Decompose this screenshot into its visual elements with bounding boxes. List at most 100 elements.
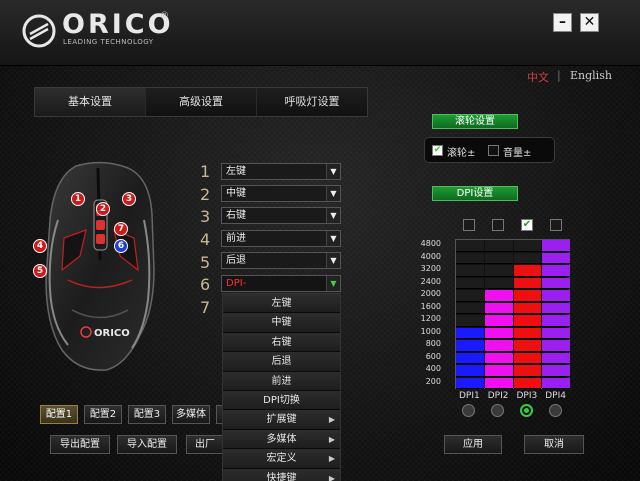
- chevron-down-icon[interactable]: ▼: [326, 253, 340, 268]
- dpi-grid-cell[interactable]: [513, 277, 542, 289]
- dpi-grid-cell[interactable]: [484, 365, 513, 377]
- button-4-dropdown[interactable]: 前进 ▼: [221, 230, 341, 247]
- button-5-dropdown[interactable]: 后退 ▼: [221, 252, 341, 269]
- dpi4-enable-checkbox[interactable]: [550, 219, 562, 231]
- cancel-button[interactable]: 取消: [524, 435, 584, 454]
- menu-item-right-click[interactable]: 右键: [223, 332, 340, 353]
- dpi-grid-cell[interactable]: [484, 377, 513, 389]
- menu-item-shortcut[interactable]: 快捷键 ▶: [223, 468, 340, 481]
- dpi-grid-cell[interactable]: [484, 252, 513, 264]
- dpi-grid-cell[interactable]: [484, 327, 513, 339]
- dpi-grid-cell[interactable]: [456, 352, 484, 364]
- profile-5-button[interactable]: [216, 405, 222, 424]
- menu-item-multimedia[interactable]: 多媒体 ▶: [223, 429, 340, 450]
- dpi-grid-cell[interactable]: [456, 315, 484, 327]
- factory-reset-button[interactable]: 出厂设: [186, 435, 222, 454]
- dpi-grid-cell[interactable]: [513, 315, 542, 327]
- menu-item-left-click[interactable]: 左键: [223, 294, 340, 314]
- button-2-dropdown[interactable]: 中键 ▼: [221, 185, 341, 202]
- dpi-grid-cell[interactable]: [513, 290, 542, 302]
- language-chinese-link[interactable]: 中文: [527, 69, 549, 85]
- dpi-grid-cell[interactable]: [484, 352, 513, 364]
- dpi-grid-cell[interactable]: [513, 302, 542, 314]
- apply-button[interactable]: 应用: [444, 435, 502, 454]
- dpi3-select-radio[interactable]: [520, 404, 533, 417]
- dpi-grid-cell[interactable]: [456, 277, 484, 289]
- dpi-level-grid[interactable]: [455, 239, 570, 389]
- menu-item-dpi-switch[interactable]: DPI切换: [223, 390, 340, 411]
- dpi-grid-cell[interactable]: [456, 240, 484, 252]
- dpi-grid-cell[interactable]: [542, 365, 570, 377]
- language-english-link[interactable]: English: [570, 69, 612, 82]
- profile-1-button[interactable]: 配置1: [40, 405, 78, 424]
- dpi-grid-cell[interactable]: [542, 302, 570, 314]
- chevron-down-icon[interactable]: ▼: [326, 164, 340, 179]
- export-config-button[interactable]: 导出配置: [50, 435, 110, 454]
- wheel-scroll-checkbox[interactable]: ✔: [432, 145, 443, 156]
- menu-item-forward[interactable]: 前进: [223, 371, 340, 391]
- wheel-volume-checkbox[interactable]: [488, 145, 499, 156]
- chevron-down-icon[interactable]: ▼: [326, 231, 340, 246]
- tab-advanced-settings[interactable]: 高级设置: [146, 88, 257, 116]
- dpi-grid-cell[interactable]: [456, 265, 484, 277]
- dpi4-select-radio[interactable]: [549, 404, 562, 417]
- title-bar[interactable]: ORICO ® LEADING TECHNOLOGY – ✕: [0, 0, 640, 66]
- import-config-button[interactable]: 导入配置: [117, 435, 177, 454]
- dpi-grid-cell[interactable]: [542, 265, 570, 277]
- dpi-grid-cell[interactable]: [484, 277, 513, 289]
- menu-item-macro[interactable]: 宏定义 ▶: [223, 449, 340, 469]
- dpi-grid-cell[interactable]: [542, 290, 570, 302]
- dpi-grid-cell[interactable]: [542, 240, 570, 252]
- minimize-button[interactable]: –: [553, 13, 572, 32]
- dpi2-select-radio[interactable]: [491, 404, 504, 417]
- tab-basic-settings[interactable]: 基本设置: [35, 88, 146, 116]
- chevron-down-icon[interactable]: ▼: [326, 208, 340, 223]
- dpi-grid-cell[interactable]: [484, 240, 513, 252]
- dpi-grid-cell[interactable]: [513, 377, 542, 389]
- dpi-grid-cell[interactable]: [456, 252, 484, 264]
- dpi-grid-cell[interactable]: [456, 365, 484, 377]
- dpi-grid-cell[interactable]: [542, 252, 570, 264]
- close-button[interactable]: ✕: [580, 13, 599, 32]
- dpi-grid-cell[interactable]: [513, 240, 542, 252]
- dpi-settings-button[interactable]: DPI设置: [432, 186, 518, 201]
- button-6-dropdown[interactable]: DPI- ▼: [221, 275, 341, 292]
- chevron-down-icon[interactable]: ▼: [326, 186, 340, 201]
- menu-item-back[interactable]: 后退: [223, 352, 340, 372]
- dpi-grid-cell[interactable]: [456, 340, 484, 352]
- menu-item-extended-keys[interactable]: 扩展键 ▶: [223, 410, 340, 430]
- button-1-dropdown[interactable]: 左键 ▼: [221, 163, 341, 180]
- dpi-grid-cell[interactable]: [484, 265, 513, 277]
- dpi-grid-cell[interactable]: [542, 277, 570, 289]
- dpi-grid-cell[interactable]: [542, 315, 570, 327]
- dpi-grid-cell[interactable]: [456, 377, 484, 389]
- dpi-grid-cell[interactable]: [513, 265, 542, 277]
- dpi1-select-radio[interactable]: [462, 404, 475, 417]
- dpi-grid-cell[interactable]: [542, 327, 570, 339]
- dpi-grid-cell[interactable]: [513, 252, 542, 264]
- dpi-grid-cell[interactable]: [513, 352, 542, 364]
- dpi-grid-cell[interactable]: [542, 352, 570, 364]
- dpi-grid-cell[interactable]: [456, 327, 484, 339]
- profile-multimedia-button[interactable]: 多媒体: [172, 405, 210, 424]
- chevron-down-icon[interactable]: ▼: [326, 276, 340, 291]
- dpi-grid-cell[interactable]: [513, 365, 542, 377]
- button-3-dropdown[interactable]: 右键 ▼: [221, 207, 341, 224]
- dpi-grid-cell[interactable]: [513, 340, 542, 352]
- wheel-settings-button[interactable]: 滚轮设置: [432, 114, 518, 129]
- dpi-grid-cell[interactable]: [484, 315, 513, 327]
- dpi-grid-cell[interactable]: [456, 302, 484, 314]
- dpi-grid-cell[interactable]: [484, 302, 513, 314]
- dpi1-enable-checkbox[interactable]: [463, 219, 475, 231]
- menu-item-middle-click[interactable]: 中键: [223, 313, 340, 333]
- dpi-grid-cell[interactable]: [484, 340, 513, 352]
- dpi-grid-cell[interactable]: [484, 290, 513, 302]
- profile-2-button[interactable]: 配置2: [84, 405, 122, 424]
- tab-breathing-light-settings[interactable]: 呼吸灯设置: [257, 88, 367, 116]
- profile-3-button[interactable]: 配置3: [128, 405, 166, 424]
- dpi-grid-cell[interactable]: [542, 340, 570, 352]
- dpi-grid-cell[interactable]: [542, 377, 570, 389]
- dpi-grid-cell[interactable]: [456, 290, 484, 302]
- dpi3-enable-checkbox[interactable]: ✔: [521, 219, 533, 231]
- dpi-grid-cell[interactable]: [513, 327, 542, 339]
